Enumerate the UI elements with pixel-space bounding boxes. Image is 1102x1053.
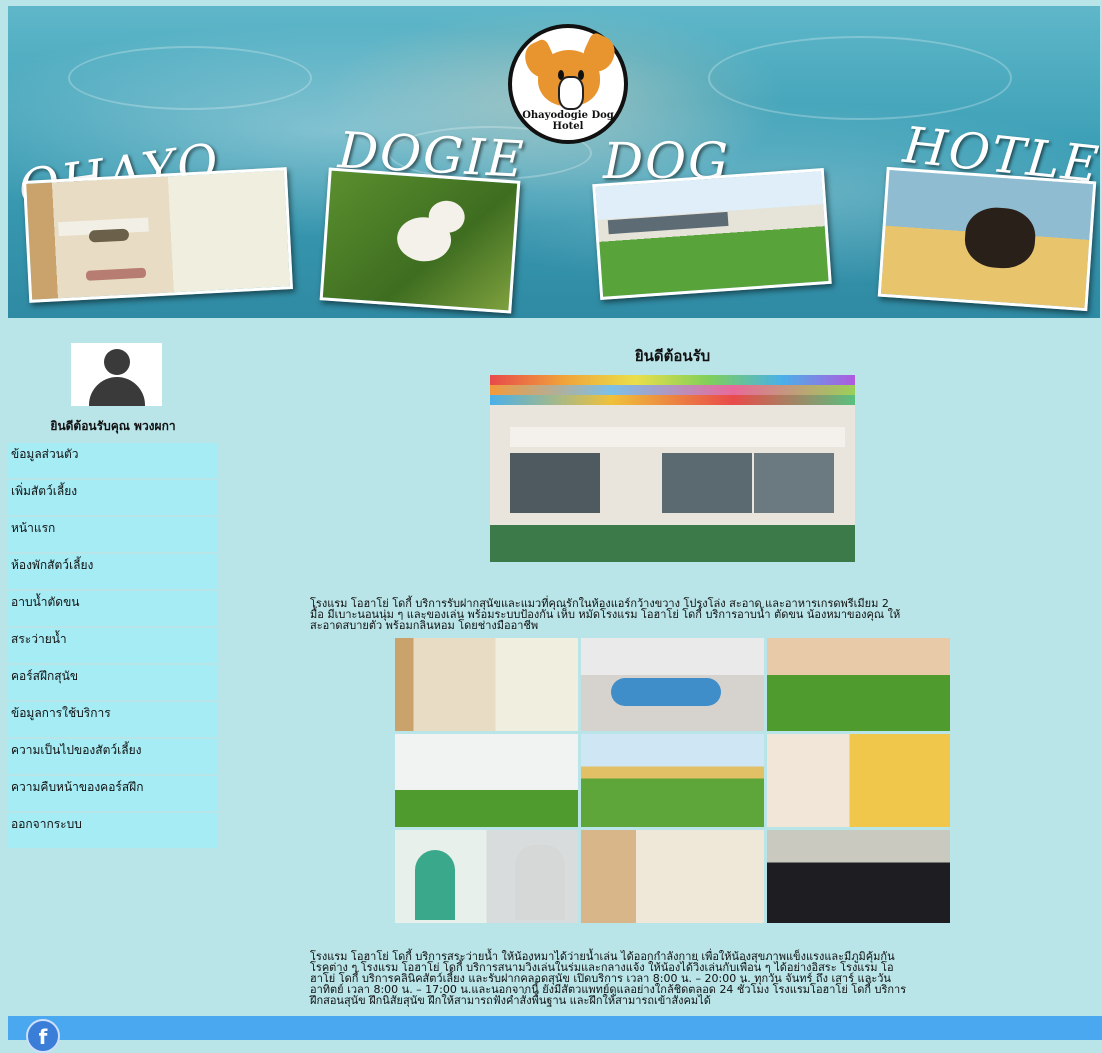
intro-line: สะอาดสบายตัว พร้อมกลิ่นหอม โดยช่างมืออาช… [310, 619, 539, 632]
intro-paragraph: โรงแรม โอฮาโย่ โดกี้ บริการรับฝากสุนัขแล… [310, 598, 1040, 631]
sidebar-item-training-progress[interactable]: ความคืบหน้าของคอร์สฝึก [8, 776, 218, 811]
sidebar-item-pet-rooms[interactable]: ห้องพักสัตว์เลี้ยง [8, 554, 218, 589]
sidebar-item-grooming[interactable]: อาบน้ำตัดขน [8, 591, 218, 626]
sidebar-item-profile[interactable]: ข้อมูลส่วนตัว [8, 443, 218, 478]
user-icon [104, 349, 130, 375]
logo-text: Ohayodogie Dog Hotel [522, 110, 614, 132]
sidebar-item-training-course[interactable]: คอร์สฝึกสุนัข [8, 665, 218, 700]
footer [8, 1016, 1102, 1040]
page-title: ยินดีต้อนรับ [634, 347, 711, 365]
banner-photo-room [22, 167, 294, 303]
header-banner: Ohayodogie Dog Hotel OHAYO DOGIE DOG HOT… [8, 6, 1100, 318]
sidebar-item-service-info[interactable]: ข้อมูลการใช้บริการ [8, 702, 218, 737]
banner-photo-black-dog [877, 166, 1097, 312]
gallery-photo [581, 830, 764, 923]
gallery-photo [581, 638, 764, 731]
welcome-user: ยินดีต้อนรับคุณ พวงผกา [50, 419, 176, 433]
banner-photo-building [592, 168, 832, 300]
gallery-photo [767, 638, 950, 731]
banner-photo-dog [319, 167, 521, 314]
gallery-photo [581, 734, 764, 827]
services-paragraph: โรงแรม โอฮาโย่ โดกี้ บริการสระว่ายน้ำ ให… [310, 951, 1050, 1006]
avatar [71, 343, 162, 406]
gallery-photo [767, 734, 950, 827]
gallery-photo [395, 734, 578, 827]
sidebar-item-pool[interactable]: สระว่ายน้ำ [8, 628, 218, 663]
services-line: ฝึกสอนสุนัข ฝึกนิสัยสุนัข ฝึกให้สามารถฟั… [310, 994, 711, 1007]
sidebar-item-pet-status[interactable]: ความเป็นไปของสัตว์เลี้ยง [8, 739, 218, 774]
sidebar-menu: ข้อมูลส่วนตัว เพิ่มสัตว์เลี้ยง หน้าแรก ห… [8, 443, 218, 850]
sidebar-item-logout[interactable]: ออกจากระบบ [8, 813, 218, 848]
sidebar-item-home[interactable]: หน้าแรก [8, 517, 218, 552]
gallery-photo [395, 830, 578, 923]
gallery-photo [767, 830, 950, 923]
sidebar-item-add-pet[interactable]: เพิ่มสัตว์เลี้ยง [8, 480, 218, 515]
hero-image [490, 375, 855, 562]
gallery-photo [395, 638, 578, 731]
facebook-icon[interactable]: f [26, 1019, 60, 1053]
photo-gallery [395, 638, 951, 926]
hotel-logo: Ohayodogie Dog Hotel [508, 24, 628, 144]
